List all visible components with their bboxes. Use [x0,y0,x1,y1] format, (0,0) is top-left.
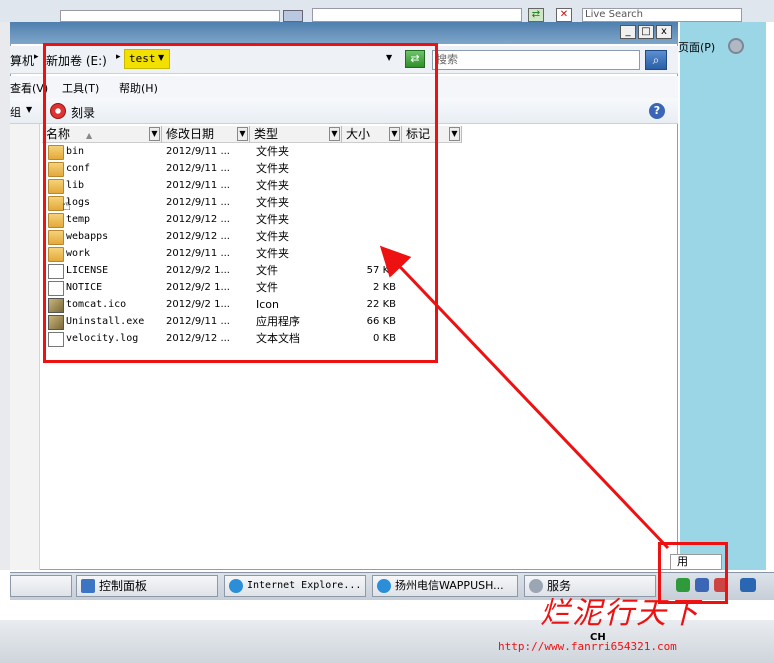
annotation-small-box [658,542,728,604]
background-button [283,10,303,22]
chevron-down-icon[interactable]: ▼ [26,105,32,114]
maximize-button[interactable]: □ [638,25,654,39]
back-icon: ⇄ [528,8,544,22]
help-icon[interactable]: ? [649,103,665,119]
page-menu: 页面(P) [678,41,716,54]
display-icon[interactable] [740,578,756,592]
live-search-field: Live Search [582,8,742,22]
taskbar-wappush[interactable]: 扬州电信WAPPUSH... [372,575,518,597]
search-icon[interactable]: ⌕ [645,50,667,70]
column-tag-filter-icon[interactable]: ▼ [449,127,460,141]
navigation-pane[interactable] [10,124,40,570]
minimize-button[interactable]: _ [620,25,636,39]
gear-icon [728,38,744,54]
background-desktop [680,22,744,570]
internet-explorer-icon [229,579,243,593]
taskbar-control-panel-label: 控制面板 [99,579,148,593]
taskbar-button-blank[interactable] [10,575,72,597]
taskbar-control-panel[interactable]: 控制面板 [76,575,218,597]
taskbar-wappush-label: 扬州电信WAPPUSH... [395,579,504,592]
internet-explorer-icon [377,579,391,593]
organize-button[interactable]: 组 [10,104,21,120]
stop-icon: ✕ [556,8,572,22]
chevron-right-icon[interactable]: ▸ [34,52,39,62]
annotation-highlight-box [43,43,438,363]
background-desktop-right [742,22,766,570]
taskbar-internet-explorer[interactable]: Internet Explore... [224,575,366,597]
background-address [312,8,522,22]
search-input[interactable]: 搜索 [432,50,640,70]
background-field [60,10,280,22]
watermark-url: http://www.fanrri654321.com [498,640,677,653]
breadcrumb-computer[interactable]: 算机 [10,52,34,69]
taskbar-ie-label: Internet Explore... [247,580,362,591]
close-button[interactable]: x [656,25,672,39]
background-left-edge [0,22,10,570]
control-panel-icon [81,579,95,593]
window-titlebar [10,22,678,44]
